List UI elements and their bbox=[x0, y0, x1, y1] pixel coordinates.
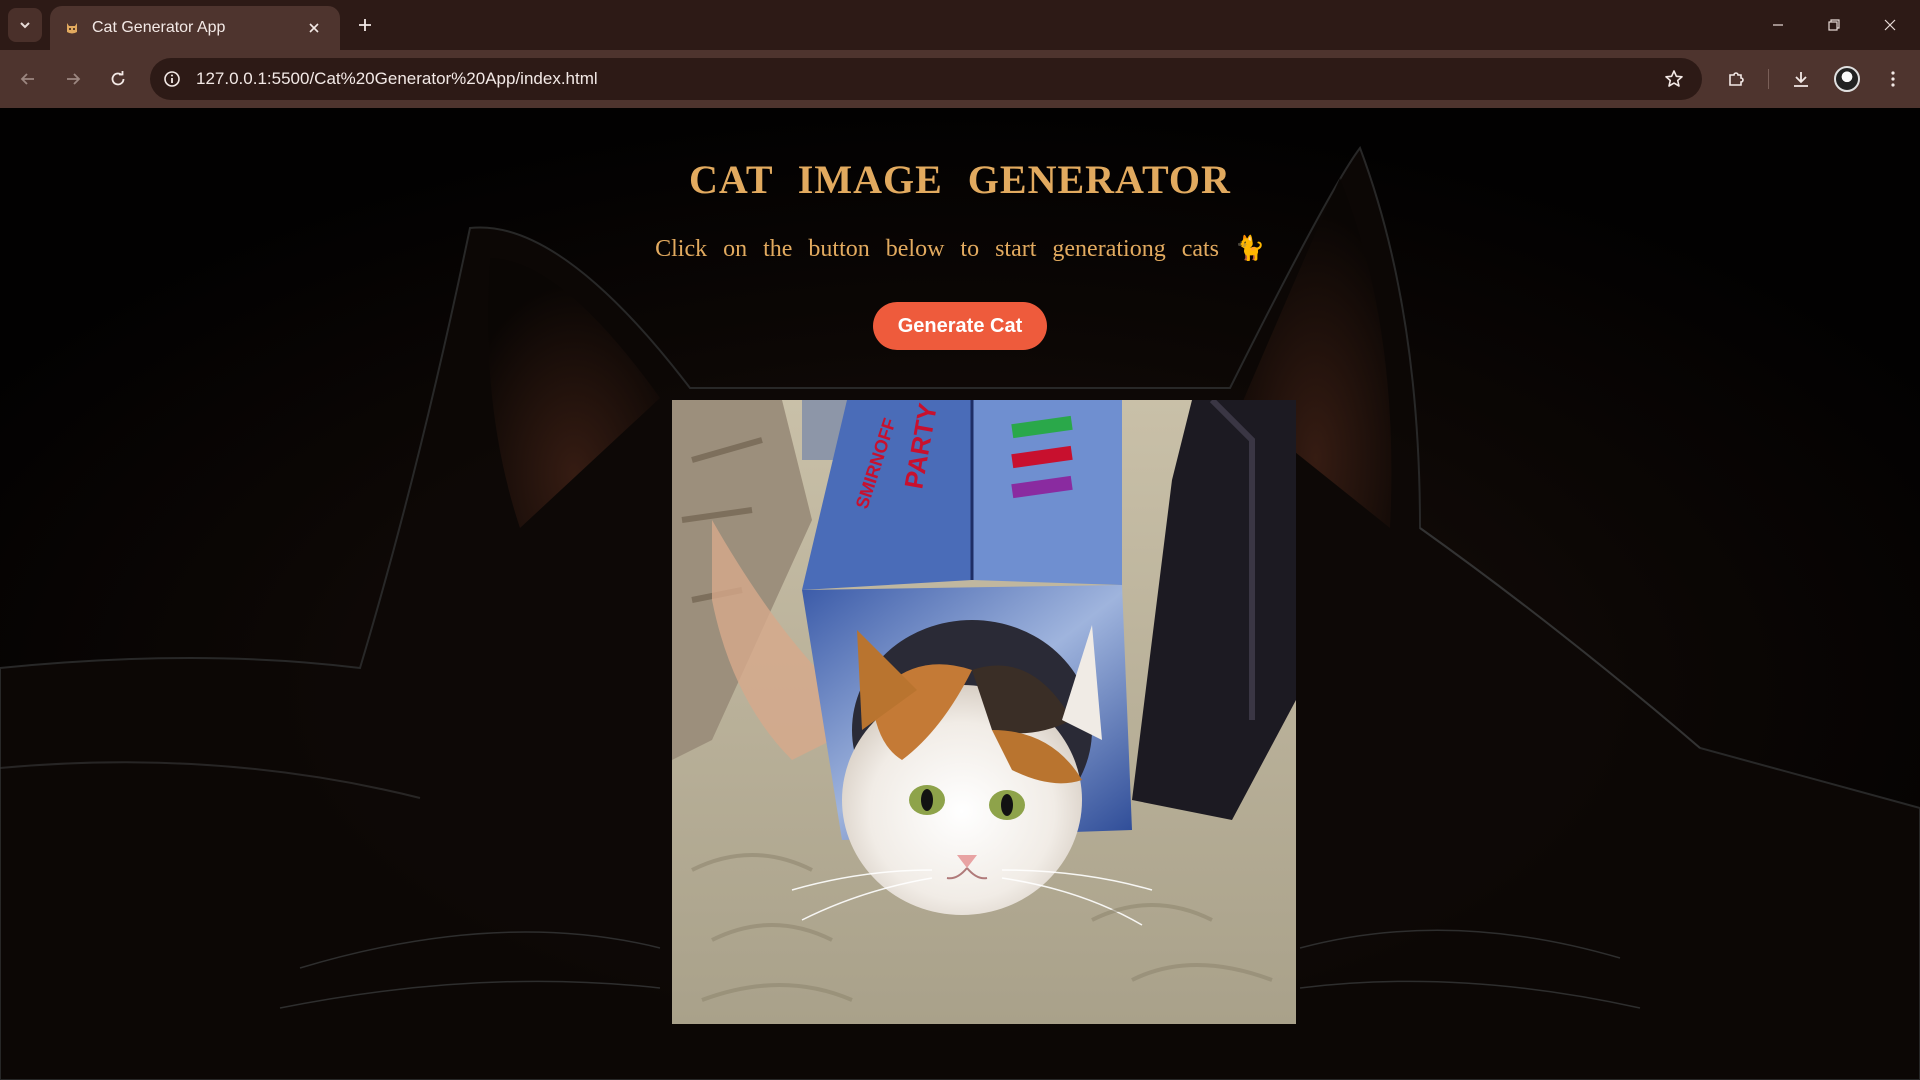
profile-button[interactable] bbox=[1829, 61, 1865, 97]
tab-title: Cat Generator App bbox=[92, 19, 226, 36]
page-title: CAT IMAGE GENERATOR bbox=[689, 157, 1231, 202]
arrow-right-icon bbox=[67, 73, 81, 85]
download-icon bbox=[1794, 72, 1808, 87]
new-tab-button[interactable] bbox=[350, 10, 380, 40]
restore-icon bbox=[1828, 19, 1840, 31]
page-content: CAT IMAGE GENERATOR Click on the button … bbox=[0, 108, 1920, 1080]
close-icon bbox=[1884, 19, 1896, 31]
puzzle-icon bbox=[1729, 72, 1744, 86]
cat-favicon-icon bbox=[64, 20, 80, 36]
extensions-button[interactable] bbox=[1718, 61, 1754, 97]
reload-icon bbox=[111, 71, 125, 86]
page-subtitle: Click on the button below to start gener… bbox=[655, 236, 1265, 262]
browser-tabstrip: Cat Generator App bbox=[0, 0, 1920, 50]
toolbar-separator bbox=[1768, 69, 1769, 89]
minimize-button[interactable] bbox=[1750, 0, 1806, 50]
generated-cat-image: PARTY PACK SMIRNOFF bbox=[672, 400, 1296, 1024]
avatar bbox=[1834, 66, 1860, 92]
browser-tab-active[interactable]: Cat Generator App bbox=[50, 6, 340, 50]
plus-icon bbox=[359, 19, 371, 31]
reload-button[interactable] bbox=[100, 61, 136, 97]
close-tab-icon[interactable] bbox=[302, 16, 326, 40]
forward-button[interactable] bbox=[55, 61, 91, 97]
address-bar[interactable]: 127.0.0.1:5500/Cat%20Generator%20App/ind… bbox=[150, 58, 1702, 100]
close-window-button[interactable] bbox=[1862, 0, 1918, 50]
site-info-icon[interactable] bbox=[154, 61, 190, 97]
menu-button[interactable] bbox=[1875, 61, 1911, 97]
arrow-left-icon bbox=[20, 73, 34, 85]
downloads-button[interactable] bbox=[1783, 61, 1819, 97]
browser-toolbar: 127.0.0.1:5500/Cat%20Generator%20App/ind… bbox=[0, 50, 1920, 108]
bookmark-star-icon[interactable] bbox=[1656, 61, 1692, 97]
minimize-icon bbox=[1773, 24, 1783, 26]
generate-cat-button[interactable]: Generate Cat bbox=[873, 302, 1047, 350]
chevron-down-icon bbox=[20, 22, 30, 29]
back-button[interactable] bbox=[10, 61, 46, 97]
kebab-menu-icon bbox=[1891, 71, 1895, 87]
restore-button[interactable] bbox=[1806, 0, 1862, 50]
url-text[interactable]: 127.0.0.1:5500/Cat%20Generator%20App/ind… bbox=[196, 69, 1656, 89]
tab-search-button[interactable] bbox=[8, 8, 42, 42]
